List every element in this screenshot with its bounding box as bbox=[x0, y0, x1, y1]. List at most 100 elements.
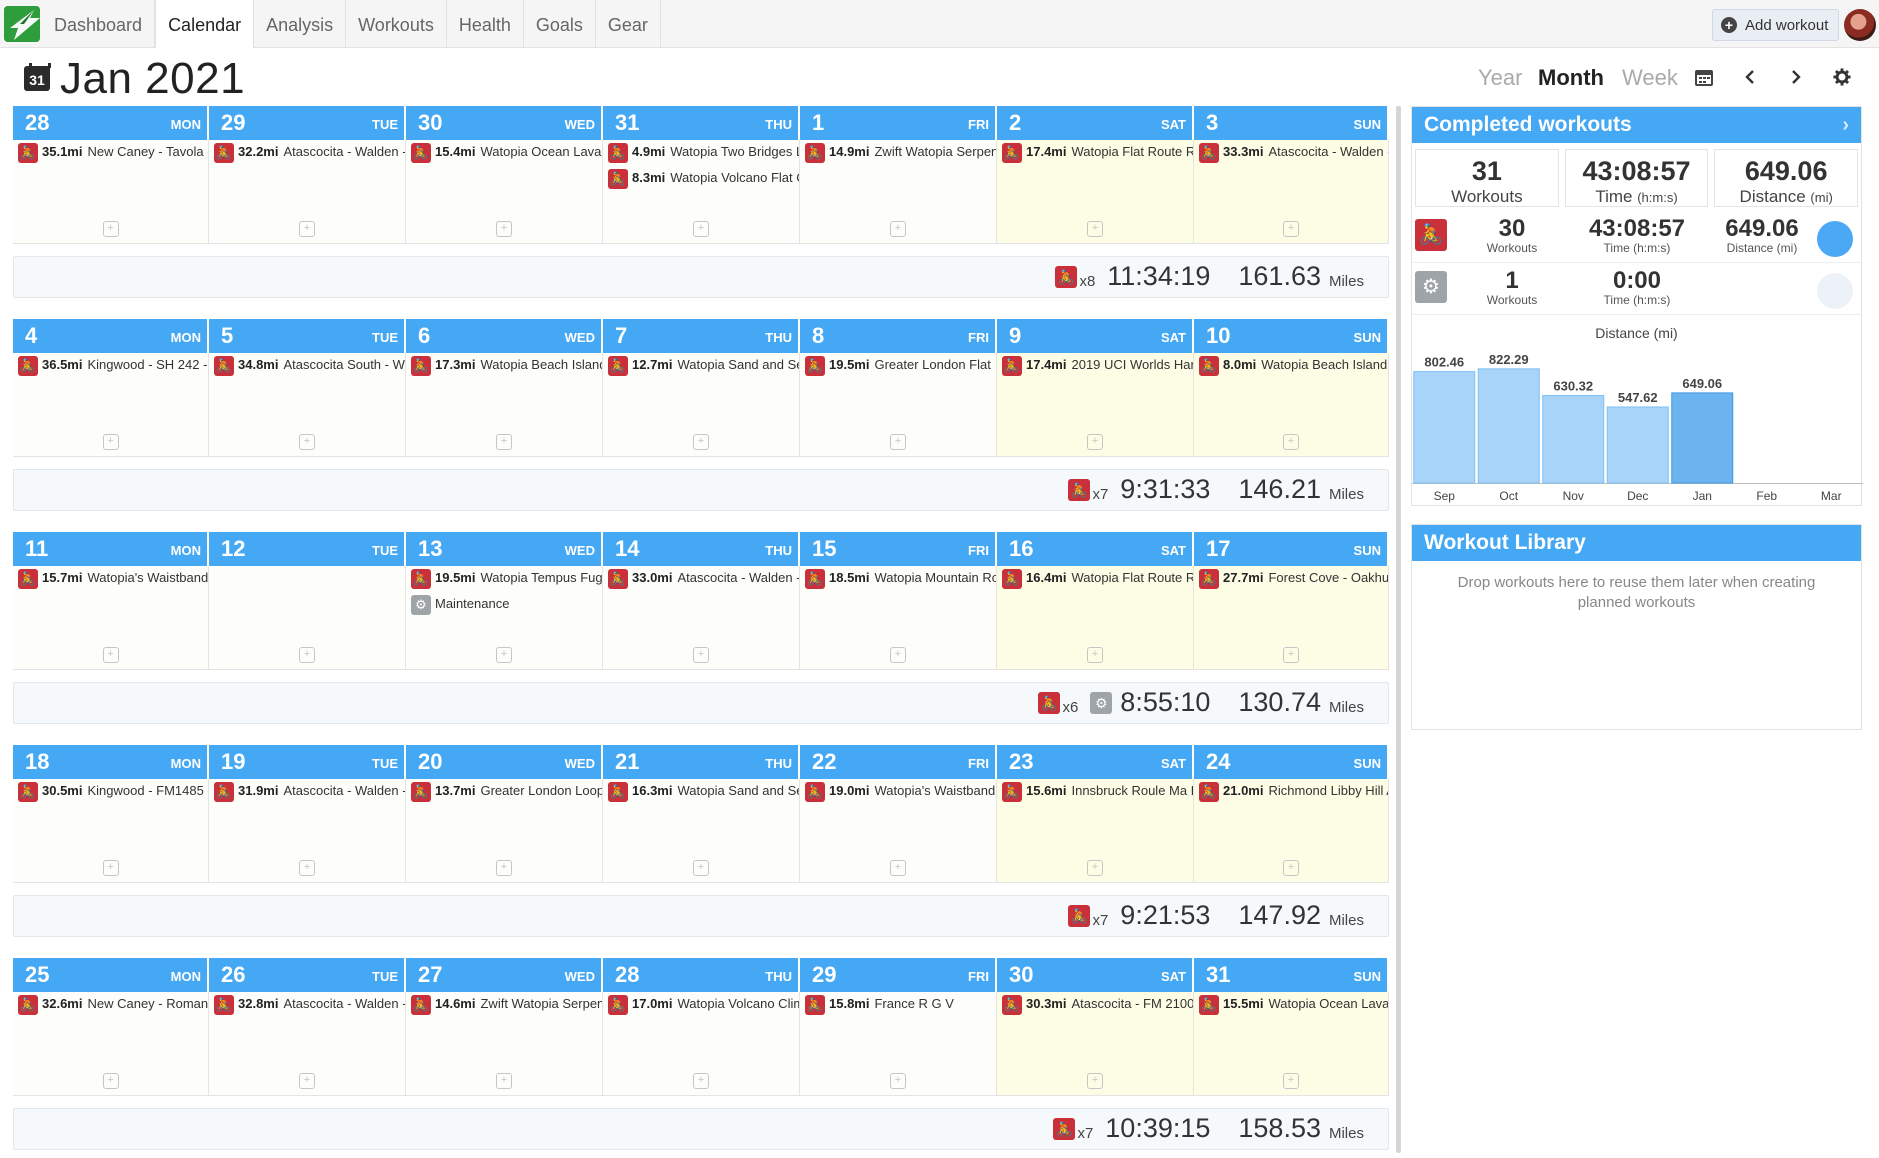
day-cell[interactable]: 🚴 17.4mi 2019 UCI Worlds Harr + bbox=[997, 353, 1194, 457]
workout-item[interactable]: 🚴 19.5mi Watopia Tempus Fugit bbox=[406, 566, 602, 592]
workout-item[interactable]: 🚴 16.4mi Watopia Flat Route Re bbox=[997, 566, 1193, 592]
day-header[interactable]: 8 FRI bbox=[800, 319, 997, 353]
workout-item[interactable]: 🚴 36.5mi Kingwood - SH 242 - K bbox=[13, 353, 208, 379]
day-cell[interactable]: 🚴 36.5mi Kingwood - SH 242 - K + bbox=[13, 353, 209, 457]
maintenance-stats-row[interactable]: ⚙ 1 Workouts 0:00 Time (h:m:s) bbox=[1412, 263, 1861, 315]
day-cell[interactable]: 🚴 34.8mi Atascocita South - Wal + bbox=[209, 353, 406, 457]
nav-tab-gear[interactable]: Gear bbox=[596, 0, 661, 48]
add-to-day-icon[interactable]: + bbox=[102, 434, 119, 450]
add-to-day-icon[interactable]: + bbox=[1087, 860, 1103, 876]
add-to-day-icon[interactable]: + bbox=[102, 1073, 119, 1089]
bar-jan[interactable] bbox=[1671, 392, 1734, 484]
day-cell[interactable]: + bbox=[209, 566, 406, 670]
day-header[interactable]: 15 FRI bbox=[800, 532, 997, 566]
day-header[interactable]: 31 THU bbox=[603, 106, 800, 140]
workout-item[interactable]: ⚙ Maintenance bbox=[406, 592, 602, 618]
add-to-day-icon[interactable]: + bbox=[1087, 647, 1103, 663]
settings-gear-icon[interactable] bbox=[1829, 64, 1855, 90]
calendar-scrollbar[interactable] bbox=[1396, 106, 1401, 1153]
add-to-day-icon[interactable]: + bbox=[496, 860, 512, 876]
workout-item[interactable]: 🚴 30.5mi Kingwood - FM1485 - l bbox=[13, 779, 208, 805]
day-header[interactable]: 24 SUN bbox=[1194, 745, 1389, 779]
workout-item[interactable]: 🚴 15.7mi Watopia's Waistband bbox=[13, 566, 208, 592]
workout-item[interactable]: 🚴 18.5mi Watopia Mountain Ro bbox=[800, 566, 996, 592]
day-header[interactable]: 7 THU bbox=[603, 319, 800, 353]
add-to-day-icon[interactable]: + bbox=[496, 221, 512, 237]
completed-workouts-header[interactable]: Completed workouts › bbox=[1412, 107, 1861, 143]
add-to-day-icon[interactable]: + bbox=[299, 434, 315, 450]
workout-item[interactable]: 🚴 15.8mi France R G V bbox=[800, 992, 996, 1018]
workout-item[interactable]: 🚴 33.3mi Atascocita - Walden - l bbox=[1194, 140, 1388, 166]
day-header[interactable]: 17 SUN bbox=[1194, 532, 1389, 566]
bar-nov[interactable] bbox=[1542, 394, 1605, 484]
add-to-day-icon[interactable]: + bbox=[1087, 434, 1103, 450]
workout-item[interactable]: 🚴 14.9mi Zwift Watopia Serpent bbox=[800, 140, 996, 166]
day-header[interactable]: 30 WED bbox=[406, 106, 603, 140]
day-header[interactable]: 20 WED bbox=[406, 745, 603, 779]
add-to-day-icon[interactable]: + bbox=[299, 221, 315, 237]
bar-oct[interactable] bbox=[1477, 368, 1540, 484]
workout-item[interactable]: 🚴 31.9mi Atascocita - Walden - F bbox=[209, 779, 405, 805]
day-cell[interactable]: 🚴 14.9mi Zwift Watopia Serpent + bbox=[800, 140, 997, 244]
day-cell[interactable]: 🚴 13.7mi Greater London Loop + bbox=[406, 779, 603, 883]
day-header[interactable]: 13 WED bbox=[406, 532, 603, 566]
day-cell[interactable]: 🚴 14.6mi Zwift Watopia Serpent + bbox=[406, 992, 603, 1096]
bar-dec[interactable] bbox=[1606, 406, 1669, 484]
day-header[interactable]: 1 FRI bbox=[800, 106, 997, 140]
day-cell[interactable]: 🚴 12.7mi Watopia Sand and Sec + bbox=[603, 353, 800, 457]
day-header[interactable]: 3 SUN bbox=[1194, 106, 1389, 140]
next-month-icon[interactable] bbox=[1783, 64, 1809, 90]
day-header[interactable]: 14 THU bbox=[603, 532, 800, 566]
day-header[interactable]: 21 THU bbox=[603, 745, 800, 779]
day-cell[interactable]: 🚴 15.6mi Innsbruck Roule Ma Po + bbox=[997, 779, 1194, 883]
add-workout-button[interactable]: + Add workout bbox=[1712, 9, 1840, 41]
day-cell[interactable]: 🚴 16.4mi Watopia Flat Route Re + bbox=[997, 566, 1194, 670]
add-to-day-icon[interactable]: + bbox=[496, 1073, 512, 1089]
workout-item[interactable]: 🚴 13.7mi Greater London Loop bbox=[406, 779, 602, 805]
day-cell[interactable]: 🚴 27.7mi Forest Cove - Oakhurs + bbox=[1194, 566, 1389, 670]
add-to-day-icon[interactable]: + bbox=[890, 860, 906, 876]
add-to-day-icon[interactable]: + bbox=[693, 434, 709, 450]
day-header[interactable]: 30 SAT bbox=[997, 958, 1194, 992]
day-header[interactable]: 11 MON bbox=[13, 532, 209, 566]
day-cell[interactable]: 🚴 33.0mi Atascocita - Walden - l + bbox=[603, 566, 800, 670]
add-to-day-icon[interactable]: + bbox=[496, 647, 512, 663]
add-to-day-icon[interactable]: + bbox=[890, 221, 906, 237]
add-to-day-icon[interactable]: + bbox=[693, 647, 709, 663]
workout-item[interactable]: 🚴 19.5mi Greater London Flat bbox=[800, 353, 996, 379]
day-cell[interactable]: 🚴 19.0mi Watopia's Waistband + bbox=[800, 779, 997, 883]
add-to-day-icon[interactable]: + bbox=[102, 221, 119, 237]
day-header[interactable]: 2 SAT bbox=[997, 106, 1194, 140]
workout-item[interactable]: 🚴 17.4mi 2019 UCI Worlds Harr bbox=[997, 353, 1193, 379]
workout-item[interactable]: 🚴 17.3mi Watopia Beach Island bbox=[406, 353, 602, 379]
chevron-right-icon[interactable]: › bbox=[1842, 107, 1849, 143]
day-cell[interactable]: 🚴 15.4mi Watopia Ocean Lava C + bbox=[406, 140, 603, 244]
workout-item[interactable]: 🚴 17.4mi Watopia Flat Route Re bbox=[997, 140, 1193, 166]
workout-item[interactable]: 🚴 32.8mi Atascocita - Walden - l bbox=[209, 992, 405, 1018]
day-cell[interactable]: 🚴 16.3mi Watopia Sand and Sec + bbox=[603, 779, 800, 883]
workout-item[interactable]: 🚴 12.7mi Watopia Sand and Sec bbox=[603, 353, 799, 379]
user-avatar[interactable] bbox=[1844, 9, 1876, 41]
add-to-day-icon[interactable]: + bbox=[299, 860, 315, 876]
add-to-day-icon[interactable]: + bbox=[693, 221, 709, 237]
workout-item[interactable]: 🚴 30.3mi Atascocita - FM 2100 - bbox=[997, 992, 1193, 1018]
workout-item[interactable]: 🚴 19.0mi Watopia's Waistband bbox=[800, 779, 996, 805]
workout-item[interactable]: 🚴 32.6mi New Caney - Roman F bbox=[13, 992, 208, 1018]
workout-item[interactable]: 🚴 4.9mi Watopia Two Bridges Lo bbox=[603, 140, 799, 166]
workout-item[interactable]: 🚴 15.5mi Watopia Ocean Lava C bbox=[1194, 992, 1388, 1018]
add-to-day-icon[interactable]: + bbox=[693, 1073, 709, 1089]
day-header[interactable]: 19 TUE bbox=[209, 745, 406, 779]
add-to-day-icon[interactable]: + bbox=[496, 434, 512, 450]
day-header[interactable]: 5 TUE bbox=[209, 319, 406, 353]
day-header[interactable]: 25 MON bbox=[13, 958, 209, 992]
day-header[interactable]: 29 FRI bbox=[800, 958, 997, 992]
nav-tab-dashboard[interactable]: Dashboard bbox=[42, 0, 156, 48]
workout-item[interactable]: 🚴 34.8mi Atascocita South - Wal bbox=[209, 353, 405, 379]
workout-library-dropzone[interactable]: Drop workouts here to reuse them later w… bbox=[1412, 561, 1861, 689]
workout-item[interactable]: 🚴 27.7mi Forest Cove - Oakhurs bbox=[1194, 566, 1388, 592]
day-cell[interactable]: 🚴 32.6mi New Caney - Roman F + bbox=[13, 992, 209, 1096]
workout-item[interactable]: 🚴 33.0mi Atascocita - Walden - l bbox=[603, 566, 799, 592]
add-to-day-icon[interactable]: + bbox=[1283, 860, 1299, 876]
day-cell[interactable]: 🚴 32.8mi Atascocita - Walden - l + bbox=[209, 992, 406, 1096]
add-to-day-icon[interactable]: + bbox=[890, 1073, 906, 1089]
